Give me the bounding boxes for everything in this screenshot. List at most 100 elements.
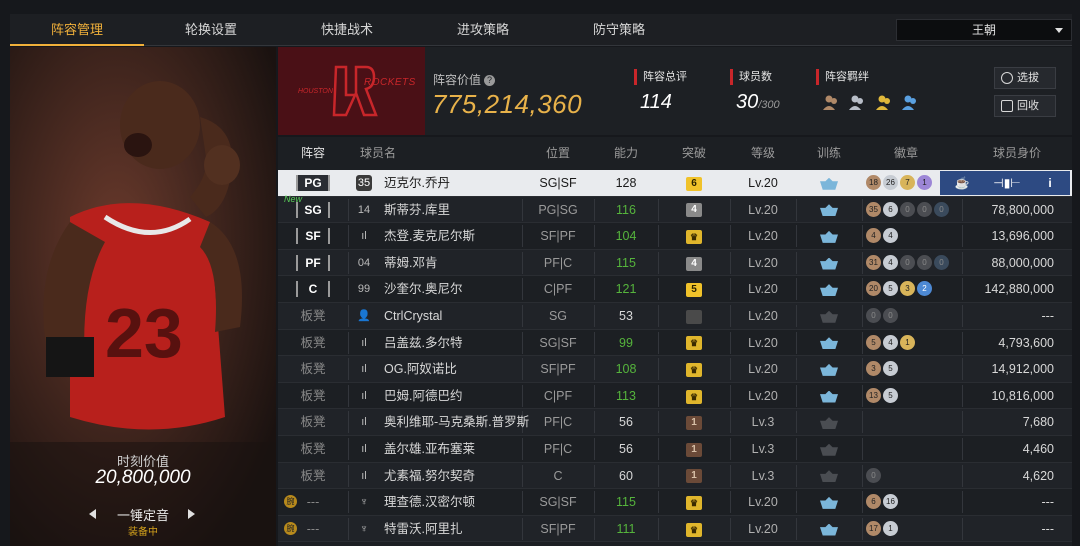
row-actions[interactable]: ☕ ⊣▮⊢ i bbox=[940, 171, 1070, 195]
table-row[interactable]: PG 35 迈克尔.乔丹 SG|SF 128 6 Lv.20 18 26 7 1 ☕ ⊣▮⊢ i bbox=[278, 170, 1072, 197]
upgrade-action-icon[interactable]: ⊣▮⊢ bbox=[984, 173, 1030, 193]
table-row[interactable]: SF ıl 杰登.麦克尼尔斯 SF|PF 104 ♛ Lv.20 4 4 13,696,000 bbox=[278, 223, 1072, 250]
training-crown-icon[interactable] bbox=[820, 310, 838, 323]
player-name[interactable]: 沙奎尔.奥尼尔 bbox=[384, 276, 534, 302]
player-name[interactable]: 蒂姆.邓肯 bbox=[384, 250, 534, 276]
column-divider bbox=[962, 517, 963, 540]
player-name[interactable]: 理查德.汉密尔顿 bbox=[384, 489, 534, 515]
col-training[interactable]: 训练 bbox=[796, 137, 862, 169]
player-rating: 56 bbox=[619, 442, 633, 456]
bond-blue-icon[interactable] bbox=[901, 93, 919, 111]
player-name[interactable]: OG.阿奴诺比 bbox=[384, 356, 534, 382]
next-skill-arrow-icon[interactable] bbox=[188, 509, 195, 519]
tab-defense-strategy[interactable]: 防守策略 bbox=[552, 14, 686, 46]
table-row[interactable]: 板凳 👤 CtrlCrystal SG 53 Lv.20 0 0 --- bbox=[278, 303, 1072, 330]
training-crown-icon[interactable] bbox=[820, 337, 838, 350]
player-position: SG bbox=[548, 309, 568, 323]
rockets-logo-icon: HOUSTON bbox=[298, 65, 378, 117]
lineup-slot: PF bbox=[278, 250, 348, 276]
break-cell: ♛ bbox=[658, 516, 730, 542]
player-level: Lv.20 bbox=[748, 362, 778, 377]
training-crown-icon[interactable] bbox=[820, 230, 838, 243]
player-level: Lv.20 bbox=[748, 335, 778, 350]
table-row[interactable]: 板凳 ıl 尤素福.努尔契奇 C 60 1 Lv.3 0 4,620 bbox=[278, 462, 1072, 490]
break-badge: 6 bbox=[686, 176, 702, 191]
badge-icon: 3 bbox=[900, 281, 915, 297]
training-crown-icon[interactable] bbox=[820, 417, 838, 430]
help-icon[interactable]: ? bbox=[484, 75, 496, 86]
training-crown-icon[interactable] bbox=[820, 257, 838, 270]
table-row[interactable]: 板凳 ıl 盖尔雄.亚布塞莱 PF|C 56 1 Lv.3 4,460 bbox=[278, 436, 1072, 463]
info-action-icon[interactable]: i bbox=[1034, 173, 1066, 193]
training-crown-icon[interactable] bbox=[820, 177, 838, 190]
col-player-value[interactable]: 球员身价 bbox=[962, 137, 1072, 169]
tab-lineup-management[interactable]: 阵容管理 bbox=[10, 14, 144, 46]
player-value: 10,816,000 bbox=[991, 388, 1054, 403]
badge-icon: 1 bbox=[917, 175, 932, 190]
training-cell bbox=[796, 303, 862, 329]
team-select-dropdown[interactable]: 王朝 bbox=[896, 19, 1072, 41]
position-slot-badge: C bbox=[296, 281, 330, 298]
position-slot-badge: SG bbox=[296, 201, 330, 218]
column-divider bbox=[962, 278, 963, 301]
col-lineup[interactable]: 阵容 bbox=[278, 137, 348, 169]
table-row[interactable]: SG New 14 斯蒂芬.库里 PG|SG 116 4 Lv.20 35 6 0 0 0 78,800,… bbox=[278, 194, 1072, 224]
player-name[interactable]: 尤素福.努尔契奇 bbox=[384, 463, 534, 489]
col-rating[interactable]: 能力 bbox=[594, 137, 658, 169]
bond-bronze-icon[interactable] bbox=[822, 93, 840, 111]
player-level: Lv.3 bbox=[751, 415, 775, 430]
badge-icon: 35 bbox=[866, 201, 881, 217]
table-row[interactable]: 腕 --- ♆ 特雷沃.阿里扎 SF|PF 111 ♛ Lv.20 17 1 --- bbox=[278, 515, 1072, 543]
player-name[interactable]: 吕盖兹.多尔特 bbox=[384, 330, 534, 356]
table-row[interactable]: 腕 --- ♆ 理查德.汉密尔顿 SG|SF 115 ♛ Lv.20 6 16 --- bbox=[278, 489, 1072, 516]
player-name[interactable]: 奥利维耶-马克桑斯.普罗斯 bbox=[384, 409, 534, 435]
filter-button[interactable]: 选拔 bbox=[994, 67, 1056, 89]
training-crown-icon[interactable] bbox=[820, 496, 838, 509]
player-name[interactable]: 巴姆.阿德巴约 bbox=[384, 383, 534, 409]
training-crown-icon[interactable] bbox=[820, 363, 838, 376]
tab-quick-tactics[interactable]: 快捷战术 bbox=[280, 14, 414, 46]
bond-icons[interactable] bbox=[822, 93, 923, 113]
training-crown-icon[interactable] bbox=[820, 204, 838, 217]
player-name[interactable]: 特雷沃.阿里扎 bbox=[384, 516, 534, 542]
table-row[interactable]: 板凳 ıl 吕盖兹.多尔特 SG|SF 99 ♛ Lv.20 5 4 1 4,793,600 bbox=[278, 330, 1072, 357]
bond-silver-icon[interactable] bbox=[848, 93, 866, 111]
training-cell bbox=[796, 463, 862, 489]
training-crown-icon[interactable] bbox=[820, 284, 838, 297]
player-name[interactable]: CtrlCrystal bbox=[384, 303, 534, 329]
player-level: Lv.3 bbox=[751, 442, 775, 456]
player-name[interactable]: 迈克尔.乔丹 bbox=[384, 170, 534, 196]
lineup-slot: PG bbox=[278, 170, 348, 196]
col-position[interactable]: 位置 bbox=[522, 137, 594, 169]
col-level[interactable]: 等级 bbox=[730, 137, 796, 169]
col-player-name[interactable]: 球员名 bbox=[358, 137, 398, 169]
tab-rotation-settings[interactable]: 轮换设置 bbox=[144, 14, 278, 46]
badge-icon: 26 bbox=[883, 175, 898, 190]
column-divider bbox=[862, 331, 863, 354]
player-rating: 115 bbox=[616, 495, 636, 510]
player-name[interactable]: 斯蒂芬.库里 bbox=[384, 197, 534, 223]
break-cell: ♛ bbox=[658, 223, 730, 249]
tab-offense-strategy[interactable]: 进攻策略 bbox=[416, 14, 550, 46]
training-crown-icon[interactable] bbox=[820, 443, 838, 456]
player-name[interactable]: 盖尔雄.亚布塞莱 bbox=[384, 436, 534, 462]
player-name[interactable]: 杰登.麦克尼尔斯 bbox=[384, 223, 534, 249]
table-row[interactable]: C 99 沙奎尔.奥尼尔 C|PF 121 5 Lv.20 20 5 3 2 142,880,000 bbox=[278, 276, 1072, 303]
table-row[interactable]: 板凳 ıl 巴姆.阿德巴约 C|PF 113 ♛ Lv.20 13 5 10,816,000 bbox=[278, 383, 1072, 410]
col-badges[interactable]: 徽章 bbox=[862, 137, 950, 169]
column-divider bbox=[348, 225, 349, 248]
table-row[interactable]: 板凳 ıl 奥利维耶-马克桑斯.普罗斯 PF|C 56 1 Lv.3 7,680 bbox=[278, 409, 1072, 436]
col-break[interactable]: 突破 bbox=[658, 137, 730, 169]
training-action-icon[interactable]: ☕ bbox=[944, 173, 980, 193]
roster-table: 阵容 球员名 位置 能力 突破 等级 训练 徽章 球员身价 PG 35 迈克尔.乔丹… bbox=[278, 137, 1072, 546]
training-crown-icon[interactable] bbox=[820, 470, 838, 483]
player-card-panel[interactable]: 23 时刻价值 20,800,000 一锤定音 装备中 bbox=[10, 47, 276, 546]
table-row[interactable]: 板凳 ıl OG.阿奴诺比 SF|PF 108 ♛ Lv.20 3 5 14,912,000 bbox=[278, 356, 1072, 383]
table-row[interactable]: PF 04 蒂姆.邓肯 PF|C 115 4 Lv.20 31 4 0 0 0 88,000,000 bbox=[278, 249, 1072, 277]
training-crown-icon[interactable] bbox=[820, 390, 838, 403]
recycle-button[interactable]: 回收 bbox=[994, 95, 1056, 117]
player-level: Lv.20 bbox=[748, 495, 778, 510]
training-crown-icon[interactable] bbox=[820, 523, 838, 536]
bond-gold-icon[interactable] bbox=[875, 93, 893, 111]
player-position: C|PF bbox=[543, 282, 573, 297]
